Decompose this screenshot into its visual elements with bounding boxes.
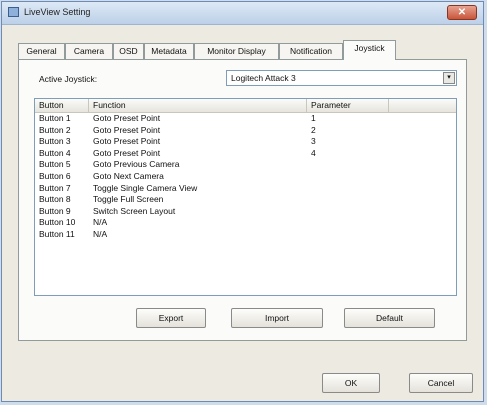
cell-function: Goto Preset Point bbox=[93, 113, 161, 123]
column-header-button[interactable]: Button bbox=[35, 99, 89, 112]
cell-function: N/A bbox=[93, 217, 108, 228]
joystick-panel: Active Joystick: Logitech Attack 3 ▾ But… bbox=[18, 59, 467, 341]
cell-function: Toggle Single Camera View bbox=[93, 182, 198, 193]
close-icon: ✕ bbox=[457, 7, 467, 18]
tab-monitor-display[interactable]: Monitor Display bbox=[194, 43, 279, 59]
dropdown-arrow-icon[interactable]: ▾ bbox=[443, 72, 455, 84]
table-row[interactable]: Button 8 Toggle Full Screen bbox=[35, 194, 456, 206]
tab-camera[interactable]: Camera bbox=[65, 43, 113, 59]
title-bar[interactable]: LiveView Setting ✕ bbox=[2, 2, 483, 25]
active-joystick-value: Logitech Attack 3 bbox=[231, 73, 296, 83]
tab-metadata[interactable]: Metadata bbox=[144, 43, 194, 59]
cell-parameter: 1 bbox=[311, 113, 316, 123]
table-row[interactable]: Button 11 N/A bbox=[35, 229, 456, 241]
export-button[interactable]: Export bbox=[136, 308, 206, 328]
table-row[interactable]: Button 1 Goto Preset Point 1 bbox=[35, 113, 456, 125]
table-row[interactable]: Button 9 Switch Screen Layout bbox=[35, 206, 456, 218]
table-row[interactable]: Button 10 N/A bbox=[35, 217, 456, 229]
cell-button: Button 9 bbox=[39, 205, 71, 216]
cell-function: Goto Preset Point bbox=[93, 124, 161, 135]
cell-button: Button 6 bbox=[39, 170, 71, 181]
close-button[interactable]: ✕ bbox=[447, 5, 477, 20]
tab-notification[interactable]: Notification bbox=[279, 43, 343, 59]
column-header-extra[interactable] bbox=[389, 99, 456, 112]
tab-osd[interactable]: OSD bbox=[113, 43, 144, 59]
tab-joystick[interactable]: Joystick bbox=[343, 40, 396, 60]
list-header: Button Function Parameter bbox=[35, 99, 456, 113]
column-header-parameter[interactable]: Parameter bbox=[307, 99, 389, 112]
active-joystick-select[interactable]: Logitech Attack 3 ▾ bbox=[226, 70, 457, 86]
active-joystick-label: Active Joystick: bbox=[39, 74, 98, 84]
cell-button: Button 8 bbox=[39, 194, 71, 205]
app-icon bbox=[8, 7, 19, 17]
table-row[interactable]: Button 5 Goto Previous Camera bbox=[35, 159, 456, 171]
cell-parameter: 3 bbox=[311, 136, 316, 147]
cell-button: Button 2 bbox=[39, 124, 71, 135]
cell-function: N/A bbox=[93, 228, 108, 239]
cell-button: Button 1 bbox=[39, 113, 71, 123]
cell-button: Button 7 bbox=[39, 182, 71, 193]
cell-function: Goto Preset Point bbox=[93, 147, 161, 158]
tab-general[interactable]: General bbox=[18, 43, 65, 59]
import-button[interactable]: Import bbox=[231, 308, 323, 328]
cell-function: Goto Next Camera bbox=[93, 170, 164, 181]
table-row[interactable]: Button 4 Goto Preset Point 4 bbox=[35, 148, 456, 160]
cell-parameter: 2 bbox=[311, 124, 316, 135]
window-title: LiveView Setting bbox=[24, 7, 91, 17]
table-row[interactable]: Button 7 Toggle Single Camera View bbox=[35, 183, 456, 195]
table-row[interactable]: Button 2 Goto Preset Point 2 bbox=[35, 125, 456, 137]
column-header-function[interactable]: Function bbox=[89, 99, 307, 112]
cell-button: Button 3 bbox=[39, 136, 71, 147]
liveview-setting-window: LiveView Setting ✕ General Camera OSD Me… bbox=[1, 1, 484, 402]
cancel-button[interactable]: Cancel bbox=[409, 373, 473, 393]
table-row[interactable]: Button 3 Goto Preset Point 3 bbox=[35, 136, 456, 148]
cell-button: Button 11 bbox=[39, 228, 75, 239]
cell-button: Button 4 bbox=[39, 147, 71, 158]
cell-function: Switch Screen Layout bbox=[93, 205, 176, 216]
cell-button: Button 10 bbox=[39, 217, 76, 228]
button-mapping-list[interactable]: Button Function Parameter Button 1 Goto P… bbox=[34, 98, 457, 296]
cell-function: Toggle Full Screen bbox=[93, 194, 164, 205]
ok-button[interactable]: OK bbox=[322, 373, 380, 393]
cell-function: Goto Previous Camera bbox=[93, 159, 180, 170]
cell-button: Button 5 bbox=[39, 159, 71, 170]
cell-function: Goto Preset Point bbox=[93, 136, 161, 147]
cell-parameter: 4 bbox=[311, 147, 316, 158]
default-button[interactable]: Default bbox=[344, 308, 435, 328]
list-rows: Button 1 Goto Preset Point 1 Button 2 Goto P… bbox=[35, 113, 456, 241]
table-row[interactable]: Button 6 Goto Next Camera bbox=[35, 171, 456, 183]
